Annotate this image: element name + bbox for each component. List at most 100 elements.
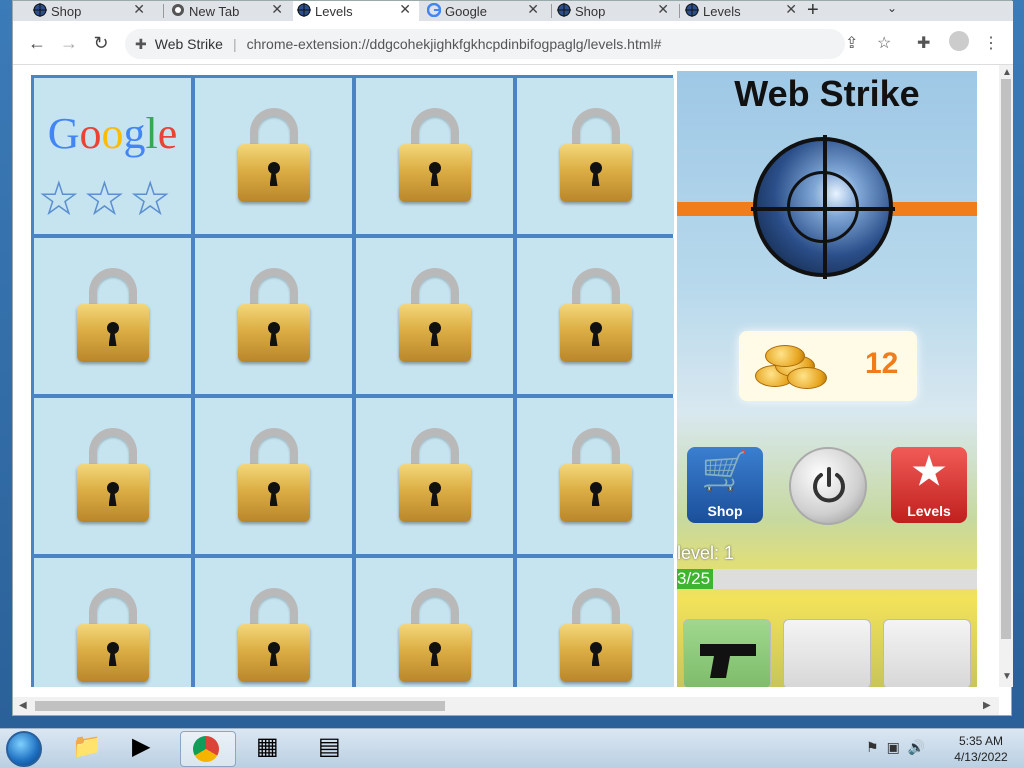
reload-icon[interactable]: ↻ <box>89 31 113 55</box>
locked-level-tile[interactable] <box>356 558 513 687</box>
coin-counter: 12 <box>739 331 917 401</box>
taskbar-control-panel[interactable]: ▦ <box>244 731 300 767</box>
locked-level-tile[interactable] <box>34 558 191 687</box>
weapon-slot-empty[interactable] <box>883 619 971 687</box>
padlock-icon <box>237 588 310 684</box>
forward-arrow-icon[interactable]: → <box>57 31 81 55</box>
taskbar-chrome[interactable] <box>180 731 236 767</box>
omnibox-divider: | <box>232 36 237 52</box>
locked-level-tile[interactable] <box>356 238 513 394</box>
levels-grid: Google ★ ★ ★ <box>31 75 674 687</box>
chrome-icon <box>172 4 184 16</box>
locked-level-tile[interactable] <box>517 78 674 234</box>
close-icon[interactable]: ✕ <box>271 1 283 18</box>
tab-shop-2[interactable]: Shop ✕ <box>553 1 677 21</box>
tab-label: Shop <box>51 3 82 19</box>
locked-level-tile[interactable] <box>517 398 674 554</box>
tab-google[interactable]: Google ✕ <box>423 1 547 21</box>
tab-strip: Shop ✕ New Tab ✕ Levels ✕ Google ✕ Shop … <box>13 0 1013 22</box>
level-label: level: 1 <box>677 543 735 563</box>
shop-button[interactable]: 🛒 Shop <box>687 447 763 523</box>
bookmark-star-icon[interactable]: ☆ <box>877 33 891 53</box>
power-button[interactable] <box>789 447 867 525</box>
locked-level-tile[interactable] <box>195 238 352 394</box>
tab-label: Shop <box>575 3 606 19</box>
new-tab-button[interactable]: + <box>807 0 819 22</box>
tab-shop-1[interactable]: Shop ✕ <box>29 1 153 21</box>
tab-levels-2[interactable]: Levels ✕ <box>681 1 805 21</box>
vertical-scroll-thumb[interactable] <box>1001 79 1011 639</box>
close-icon[interactable]: ✕ <box>133 1 145 18</box>
padlock-icon <box>76 268 149 364</box>
share-icon[interactable]: ⇪ <box>845 33 858 53</box>
padlock-icon <box>559 108 632 204</box>
levels-button[interactable]: ★ Levels <box>891 447 967 523</box>
back-arrow-icon[interactable]: ← <box>25 31 49 55</box>
locked-level-tile[interactable] <box>356 78 513 234</box>
close-icon[interactable]: ✕ <box>399 1 411 18</box>
flag-icon[interactable]: ⚑ <box>866 739 879 756</box>
progress-text: 3/25 <box>677 569 711 588</box>
coins-icon <box>745 341 829 391</box>
horizontal-scroll-thumb[interactable] <box>35 701 445 711</box>
start-button[interactable] <box>6 731 42 767</box>
address-bar[interactable]: ✚ Web Strike | chrome-extension://ddgcoh… <box>125 29 845 59</box>
close-icon[interactable]: ✕ <box>657 1 669 18</box>
vertical-scrollbar[interactable]: ▲ ▼ <box>999 65 1013 687</box>
pistol-icon <box>700 644 756 678</box>
clock-time: 5:35 AM <box>958 734 1004 748</box>
locked-level-tile[interactable] <box>195 558 352 687</box>
folder-icon: 📁 <box>72 733 102 760</box>
scroll-left-icon[interactable]: ◀ <box>19 700 27 711</box>
star-outline-icon: ★ <box>39 175 78 222</box>
google-logo: Google <box>47 109 178 158</box>
tab-separator <box>163 4 164 18</box>
weapon-slot-pistol[interactable] <box>683 619 771 687</box>
locked-level-tile[interactable] <box>356 398 513 554</box>
tab-label: Google <box>445 3 487 19</box>
locked-level-tile[interactable] <box>517 558 674 687</box>
locked-level-tile[interactable] <box>34 238 191 394</box>
clock[interactable]: 5:35 AM 4/13/2022 <box>946 733 1016 765</box>
profile-avatar-icon[interactable] <box>949 31 969 51</box>
wall-icon: ▤ <box>318 733 341 760</box>
weapon-slot-empty[interactable] <box>783 619 871 687</box>
locked-level-tile[interactable] <box>34 398 191 554</box>
taskbar: 📁 ▶ ▦ ▤ ⚑ ▣ 🔊 5:35 AM 4/13/2022 <box>0 728 1024 768</box>
locked-level-tile[interactable] <box>195 78 352 234</box>
crosshair-globe-icon <box>751 135 895 279</box>
browser-toolbar: ← → ↻ ✚ Web Strike | chrome-extension://… <box>13 21 1013 65</box>
star-icon: ★ <box>911 451 947 493</box>
taskbar-media-player[interactable]: ▶ <box>120 731 176 767</box>
star-outline-icon: ★ <box>131 175 170 222</box>
taskbar-explorer[interactable]: 📁 <box>60 731 116 767</box>
tab-label: New Tab <box>189 3 240 19</box>
tab-new-tab[interactable]: New Tab ✕ <box>167 1 291 21</box>
levels-label: Levels <box>907 503 951 519</box>
close-icon[interactable]: ✕ <box>527 1 539 18</box>
web-strike-icon <box>297 3 311 17</box>
scroll-down-icon[interactable]: ▼ <box>1002 671 1012 682</box>
scroll-up-icon[interactable]: ▲ <box>1002 67 1012 78</box>
padlock-icon <box>398 268 471 364</box>
locked-level-tile[interactable] <box>195 398 352 554</box>
scroll-right-icon[interactable]: ▶ <box>983 700 991 711</box>
horizontal-scrollbar[interactable]: ◀ ▶ <box>13 697 999 715</box>
extensions-puzzle-icon[interactable]: ✚ <box>917 33 930 53</box>
level-1-tile[interactable]: Google ★ ★ ★ <box>34 78 191 234</box>
locked-level-tile[interactable] <box>517 238 674 394</box>
tab-search-chevron-icon[interactable]: ⌄ <box>887 1 897 15</box>
padlock-icon <box>237 268 310 364</box>
more-menu-icon[interactable]: ⋮ <box>983 33 999 53</box>
page-content: Google ★ ★ ★ Web Strike 12 🛒 Shop ★ Leve… <box>13 65 999 687</box>
puzzle-icon: ✚ <box>135 35 147 52</box>
close-icon[interactable]: ✕ <box>785 1 797 18</box>
shop-label: Shop <box>707 503 743 519</box>
tab-separator <box>551 4 552 18</box>
tab-levels-active[interactable]: Levels ✕ <box>293 1 419 21</box>
level-progress-bar: 3/25 <box>677 569 977 589</box>
network-icon[interactable]: ▣ <box>887 739 900 756</box>
padlock-icon <box>559 588 632 684</box>
taskbar-app[interactable]: ▤ <box>306 731 362 767</box>
volume-icon[interactable]: 🔊 <box>908 739 925 756</box>
